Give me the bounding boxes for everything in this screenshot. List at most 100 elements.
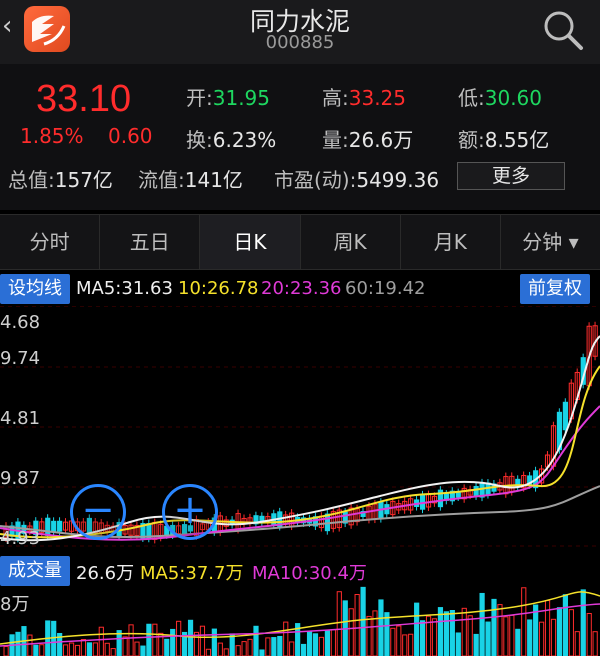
total-market-cap: 总值:157亿 [8, 168, 113, 192]
volume-bar [527, 619, 533, 656]
volume-bar [164, 638, 170, 656]
candle-body [562, 401, 568, 431]
volume-bar [574, 631, 580, 656]
volume-bar [491, 598, 497, 656]
volume-bar [592, 631, 598, 656]
set-ma-button[interactable]: 设均线 [0, 274, 70, 304]
volume-bar [497, 604, 503, 656]
price-axis-label: 4.93 [0, 528, 41, 549]
volume-bar [247, 638, 253, 656]
volume-bar [253, 625, 259, 656]
tab-daily-k[interactable]: 日K [200, 215, 301, 269]
ma60-value: 60:19.42 [345, 278, 426, 299]
volume-bar [378, 599, 384, 656]
volume-bar [515, 628, 521, 656]
volume-bar [485, 621, 491, 656]
volume-bar [402, 634, 408, 656]
volume-bar [431, 618, 438, 656]
price-axis-label: 9.74 [0, 348, 41, 369]
volume-bar [479, 592, 485, 656]
volume-bar [86, 642, 93, 656]
volume-bar [33, 644, 39, 656]
volume-bar [306, 631, 313, 656]
volume-bar [396, 625, 402, 656]
volume-bar [586, 613, 592, 656]
price-axis-label: 4.68 [0, 312, 41, 333]
volume-bar [318, 636, 325, 656]
tab-five-day[interactable]: 五日 [100, 215, 201, 269]
low-price: 低:30.60 [458, 86, 543, 110]
adjust-mode-button[interactable]: 前复权 [520, 274, 590, 304]
volume-bar [467, 615, 473, 656]
volume-bar [104, 642, 110, 656]
volume-bar [324, 629, 330, 656]
volume-bar [568, 609, 574, 656]
volume-axis-label: 8万 [0, 594, 30, 615]
turnover-rate: 换:6.23% [186, 128, 277, 152]
volume-bar [550, 618, 557, 656]
volume: 量:26.6万 [322, 128, 414, 152]
candle-body [45, 517, 51, 536]
high-price: 高:33.25 [322, 86, 407, 110]
volume-bar [461, 607, 467, 656]
volume-indicator-button[interactable]: 成交量 [0, 556, 70, 586]
volume-bar [348, 608, 354, 656]
volume-bar [354, 594, 360, 656]
volume-bar [217, 642, 223, 656]
volume-bar [199, 625, 206, 656]
ma10-value: 10:26.78 [178, 278, 259, 299]
kline-chart[interactable]: 4.68 9.74 4.81 9.87 4.93 − + [0, 306, 600, 556]
volume-bar [449, 610, 455, 656]
volume-bar [384, 612, 390, 656]
tab-minute[interactable]: 分钟 ▾ [501, 215, 600, 269]
volume-bar [443, 611, 449, 656]
volume-bar [366, 615, 372, 656]
change-percent: 1.85% [20, 124, 84, 148]
last-price: 33.10 [36, 78, 132, 120]
volume-bar [473, 633, 479, 656]
volume-bar [372, 610, 378, 656]
open-price: 开:31.95 [186, 86, 271, 110]
volume-bar [110, 648, 116, 656]
stock-code: 000885 [265, 32, 335, 53]
change-amount: 0.60 [108, 124, 153, 148]
volume-bar [580, 589, 586, 656]
zoom-in-button[interactable]: + [162, 484, 218, 540]
volume-canvas [0, 586, 600, 656]
candle-body [57, 520, 63, 532]
candle-body [473, 485, 479, 497]
volume-bar [211, 628, 217, 656]
pe-ratio: 市盈(动):5499.36 [274, 168, 440, 192]
tab-intraday[interactable]: 分时 [0, 215, 101, 269]
volume-bar [122, 636, 128, 656]
volume-ma5-value: MA5:37.7万 [140, 563, 244, 584]
volume-bar [289, 641, 295, 656]
volume-bar [146, 623, 152, 656]
volume-ma10-value: MA10:30.4万 [252, 563, 367, 584]
volume-legend-row: 成交量 26.6万 MA5:37.7万 MA10:30.4万 [0, 556, 600, 586]
volume-bar [301, 643, 307, 656]
volume-bar [241, 641, 247, 656]
volume-bar [235, 645, 241, 656]
volume-chart[interactable]: 8万 [0, 586, 600, 656]
volume-bar [562, 594, 568, 656]
volume-bar [271, 637, 277, 656]
volume-bar [408, 633, 414, 656]
more-button[interactable]: 更多 [457, 162, 565, 190]
volume-bar [27, 634, 33, 656]
zoom-out-button[interactable]: − [70, 484, 126, 540]
tab-weekly-k[interactable]: 周K [301, 215, 401, 269]
volume-bar [455, 632, 461, 656]
volume-bar [152, 623, 158, 656]
volume-bar [336, 591, 342, 656]
volume-bar [312, 633, 319, 656]
volume-bar [187, 619, 194, 656]
tab-monthly-k[interactable]: 月K [401, 215, 501, 269]
volume-bar [283, 621, 289, 656]
volume-bar [51, 620, 57, 656]
volume-bar [330, 629, 336, 656]
volume-bar [39, 644, 45, 656]
volume-bar [140, 645, 146, 656]
search-icon[interactable] [540, 8, 586, 58]
quote-panel: 33.10 1.85% 0.60 开:31.95 高:33.25 低:30.60… [0, 64, 600, 210]
